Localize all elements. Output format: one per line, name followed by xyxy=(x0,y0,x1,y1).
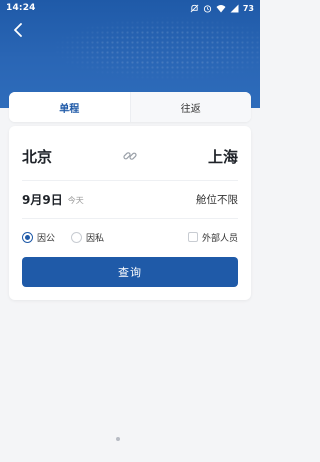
date-today-note: 今天 xyxy=(67,195,84,205)
from-city[interactable]: 北京 xyxy=(22,146,52,167)
wifi-icon xyxy=(216,4,226,13)
external-staff-label: 外部人员 xyxy=(201,233,238,244)
status-icons: 73 xyxy=(190,4,254,13)
swap-cities-icon[interactable] xyxy=(122,148,138,164)
radio-business-label: 因公 xyxy=(37,233,56,244)
tab-round-trip-label: 往返 xyxy=(180,103,201,115)
tab-one-way[interactable]: 单程 xyxy=(9,92,130,122)
date-row[interactable]: 9月9日 今天 舱位不限 xyxy=(22,186,238,212)
trip-options-row: 因公 因私 外部人员 xyxy=(22,228,238,246)
alarm-icon xyxy=(203,4,212,13)
trip-type-tabs: 单程 往返 xyxy=(9,92,251,122)
to-city[interactable]: 上海 xyxy=(208,146,238,167)
signal-icon xyxy=(230,4,239,13)
page-indicator-dot xyxy=(116,437,120,441)
battery-icon: 73 xyxy=(243,4,254,13)
status-bar: 14:24 73 xyxy=(0,0,260,16)
cabin-class-selector[interactable]: 舱位不限 xyxy=(196,192,238,207)
divider xyxy=(22,180,238,181)
mute-icon xyxy=(190,4,199,13)
back-button[interactable] xyxy=(8,20,28,40)
radio-personal[interactable]: 因私 xyxy=(71,231,104,244)
departure-date: 9月9日 xyxy=(22,192,63,207)
external-staff-box xyxy=(187,232,198,242)
back-arrow-icon xyxy=(14,23,22,37)
radio-personal-label: 因私 xyxy=(86,233,105,244)
radio-business-indicator xyxy=(22,231,33,243)
radio-personal-indicator xyxy=(71,231,83,243)
route-row: 北京 上海 xyxy=(22,142,238,170)
search-button[interactable]: 查询 xyxy=(22,257,238,287)
radio-business[interactable]: 因公 xyxy=(22,231,55,244)
tab-one-way-label: 单程 xyxy=(59,103,80,115)
tab-round-trip[interactable]: 往返 xyxy=(129,92,251,122)
divider xyxy=(22,218,238,219)
external-staff-checkbox[interactable]: 外部人员 xyxy=(187,231,238,244)
battery-level: 73 xyxy=(242,3,254,13)
flight-search-card: 北京 上海 9月9日 今天 舱位不限 因公 因私 外部人员 查询 xyxy=(9,126,251,300)
status-time: 14:24 xyxy=(6,3,36,13)
